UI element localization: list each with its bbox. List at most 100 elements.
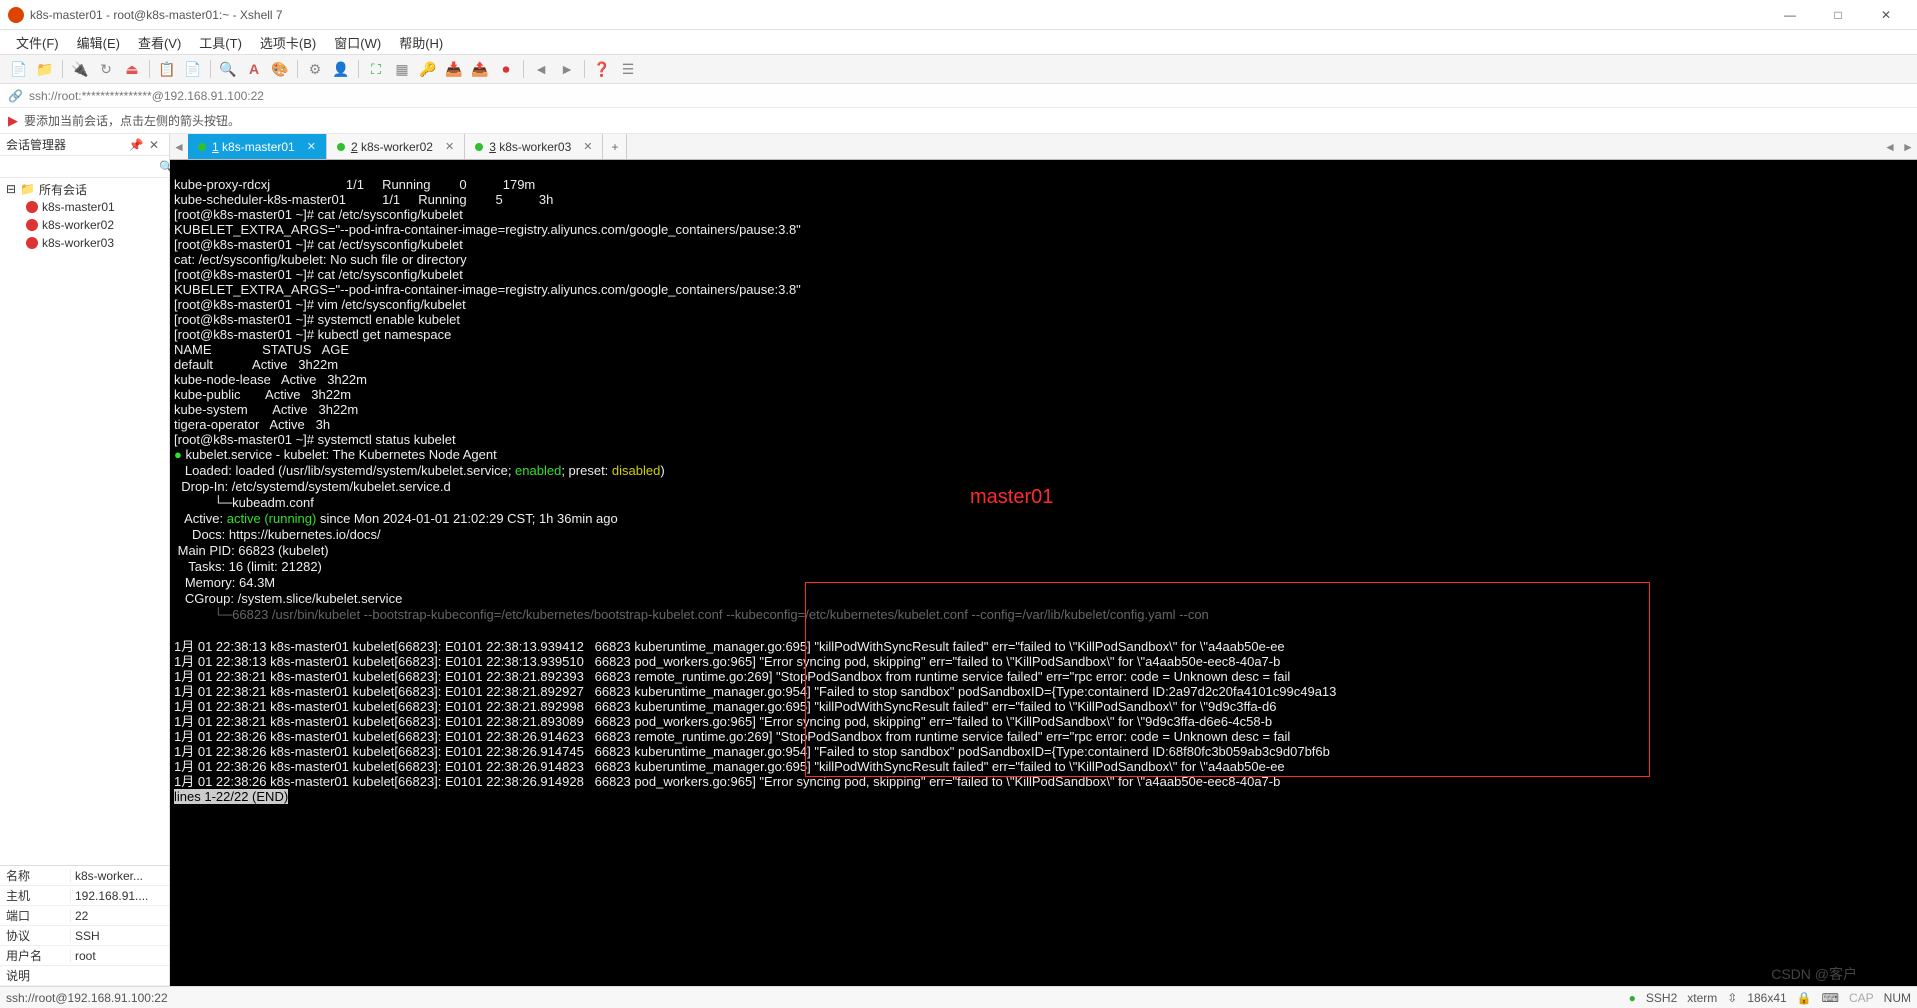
tab-label: 3 k8s-worker03 bbox=[489, 140, 571, 154]
session-mgr-icon[interactable]: ☰ bbox=[617, 58, 639, 80]
prop-row: 协议SSH bbox=[0, 926, 169, 946]
close-button[interactable]: ✕ bbox=[1863, 1, 1909, 29]
tab-k8s-worker02[interactable]: 2 k8s-worker02✕ bbox=[327, 134, 465, 159]
session-icon bbox=[26, 237, 38, 249]
tree-item[interactable]: k8s-worker03 bbox=[0, 234, 169, 252]
status-size: 186x41 bbox=[1747, 991, 1786, 1005]
session-icon bbox=[26, 201, 38, 213]
prop-key: 端口 bbox=[0, 907, 70, 924]
window-title: k8s-master01 - root@k8s-master01:~ - Xsh… bbox=[30, 8, 1767, 22]
tab-nav-left-icon[interactable]: ◄ bbox=[1881, 134, 1899, 159]
window-controls: — □ ✕ bbox=[1767, 1, 1909, 29]
lock-icon: 🔒 bbox=[1797, 991, 1812, 1005]
add-tab-button[interactable]: + bbox=[603, 134, 627, 159]
prop-row: 说明 bbox=[0, 966, 169, 986]
link-icon: 🔗 bbox=[8, 89, 23, 103]
tree-root[interactable]: ⊟ 📁 所有会话 bbox=[0, 180, 169, 198]
hint-bar: ▶ 要添加当前会话，点击左侧的箭头按钮。 bbox=[0, 108, 1917, 134]
separator bbox=[523, 60, 524, 78]
tree-item-label: k8s-worker03 bbox=[42, 236, 114, 250]
paste-icon[interactable]: 📄 bbox=[182, 58, 204, 80]
menu-window[interactable]: 窗口(W) bbox=[326, 31, 389, 54]
prop-key: 名称 bbox=[0, 867, 70, 884]
new-session-icon[interactable]: 📄 bbox=[8, 58, 30, 80]
prop-row: 名称k8s-worker... bbox=[0, 866, 169, 886]
find-icon[interactable]: 🔍 bbox=[217, 58, 239, 80]
font-icon[interactable]: A bbox=[243, 58, 265, 80]
tree-item[interactable]: k8s-worker02 bbox=[0, 216, 169, 234]
prop-icon[interactable]: ⚙ bbox=[304, 58, 326, 80]
prop-key: 说明 bbox=[0, 967, 70, 984]
status-dot-icon: ● bbox=[1629, 991, 1636, 1005]
menu-help[interactable]: 帮助(H) bbox=[391, 31, 451, 54]
close-tab-icon[interactable]: ✕ bbox=[307, 140, 316, 153]
tab-label: 1 k8s-master01 bbox=[212, 140, 295, 154]
nav-left-icon[interactable]: ◄ bbox=[530, 58, 552, 80]
disconnect-icon[interactable]: ⏏ bbox=[121, 58, 143, 80]
address-text[interactable]: ssh://root:***************@192.168.91.10… bbox=[29, 89, 1909, 103]
addressbar: 🔗 ssh://root:***************@192.168.91.… bbox=[0, 84, 1917, 108]
prop-val: 22 bbox=[70, 909, 169, 923]
status-num: NUM bbox=[1884, 991, 1911, 1005]
titlebar: k8s-master01 - root@k8s-master01:~ - Xsh… bbox=[0, 0, 1917, 30]
color-icon[interactable]: 🎨 bbox=[269, 58, 291, 80]
prop-row: 主机192.168.91.... bbox=[0, 886, 169, 906]
pin-icon[interactable]: 📌 bbox=[127, 138, 145, 152]
keyboard-icon: ⌨ bbox=[1822, 991, 1839, 1005]
separator bbox=[210, 60, 211, 78]
close-tab-icon[interactable]: ✕ bbox=[583, 140, 592, 153]
nav-right-icon[interactable]: ► bbox=[556, 58, 578, 80]
statusbar: ssh://root@192.168.91.100:22 ● SSH2 xter… bbox=[0, 986, 1917, 1008]
tab-k8s-master01[interactable]: 1 k8s-master01 ✕ bbox=[188, 134, 327, 159]
menu-file[interactable]: 文件(F) bbox=[8, 31, 67, 54]
separator bbox=[62, 60, 63, 78]
prop-val: 192.168.91.... bbox=[70, 889, 169, 903]
status-dot-icon bbox=[337, 143, 345, 151]
maximize-button[interactable]: □ bbox=[1815, 1, 1861, 29]
connect-icon[interactable]: 🔌 bbox=[69, 58, 91, 80]
user-icon[interactable]: 👤 bbox=[330, 58, 352, 80]
search-input[interactable] bbox=[4, 160, 159, 174]
separator bbox=[584, 60, 585, 78]
reconnect-icon[interactable]: ↻ bbox=[95, 58, 117, 80]
annotation-label: master01 bbox=[970, 490, 1053, 505]
minimize-button[interactable]: — bbox=[1767, 1, 1813, 29]
copy-icon[interactable]: 📋 bbox=[156, 58, 178, 80]
status-conn: ssh://root@192.168.91.100:22 bbox=[6, 991, 168, 1005]
prop-key: 主机 bbox=[0, 887, 70, 904]
status-dot-icon: ● bbox=[174, 447, 182, 462]
tab-prev-icon[interactable]: ◄ bbox=[170, 134, 188, 159]
prop-key: 协议 bbox=[0, 927, 70, 944]
separator bbox=[297, 60, 298, 78]
close-panel-icon[interactable]: ✕ bbox=[145, 138, 163, 152]
session-manager-panel: 会话管理器 📌 ✕ 🔍 ⊟ 📁 所有会话 k8s-master01 k8s-wo… bbox=[0, 134, 170, 986]
help-icon[interactable]: ❓ bbox=[591, 58, 613, 80]
tab-k8s-worker03[interactable]: 3 k8s-worker03 ✕ bbox=[465, 134, 603, 159]
close-tab-icon[interactable]: ✕ bbox=[445, 140, 454, 153]
session-tree: ⊟ 📁 所有会话 k8s-master01 k8s-worker02 k8s-w… bbox=[0, 178, 169, 865]
separator bbox=[358, 60, 359, 78]
sidebar-search[interactable]: 🔍 bbox=[0, 156, 169, 178]
record-icon[interactable]: ⏺ bbox=[495, 58, 517, 80]
tile-icon[interactable]: ▦ bbox=[391, 58, 413, 80]
transfer-icon[interactable]: 📥 bbox=[443, 58, 465, 80]
upload-icon[interactable]: 📤 bbox=[469, 58, 491, 80]
sidebar-title: 会话管理器 bbox=[6, 136, 127, 153]
open-session-icon[interactable]: 📁 bbox=[34, 58, 56, 80]
workspace: 会话管理器 📌 ✕ 🔍 ⊟ 📁 所有会话 k8s-master01 k8s-wo… bbox=[0, 134, 1917, 986]
menu-edit[interactable]: 编辑(E) bbox=[69, 31, 128, 54]
status-term: xterm bbox=[1687, 991, 1717, 1005]
menu-tab[interactable]: 选项卡(B) bbox=[252, 31, 324, 54]
separator bbox=[149, 60, 150, 78]
tree-item[interactable]: k8s-master01 bbox=[0, 198, 169, 216]
session-properties: 名称k8s-worker... 主机192.168.91.... 端口22 协议… bbox=[0, 865, 169, 986]
expand-icon[interactable]: ⊟ bbox=[6, 182, 16, 196]
fullscreen-icon[interactable]: ⛶ bbox=[365, 58, 387, 80]
size-icon: ⇳ bbox=[1727, 991, 1737, 1005]
terminal-output[interactable]: kube-proxy-rdcxj 1/1 Running 0 179m kube… bbox=[170, 160, 1917, 986]
tab-nav-right-icon[interactable]: ► bbox=[1899, 134, 1917, 159]
tree-root-label: 所有会话 bbox=[39, 181, 87, 198]
key-icon[interactable]: 🔑 bbox=[417, 58, 439, 80]
menu-tools[interactable]: 工具(T) bbox=[191, 31, 250, 54]
menu-view[interactable]: 查看(V) bbox=[130, 31, 189, 54]
